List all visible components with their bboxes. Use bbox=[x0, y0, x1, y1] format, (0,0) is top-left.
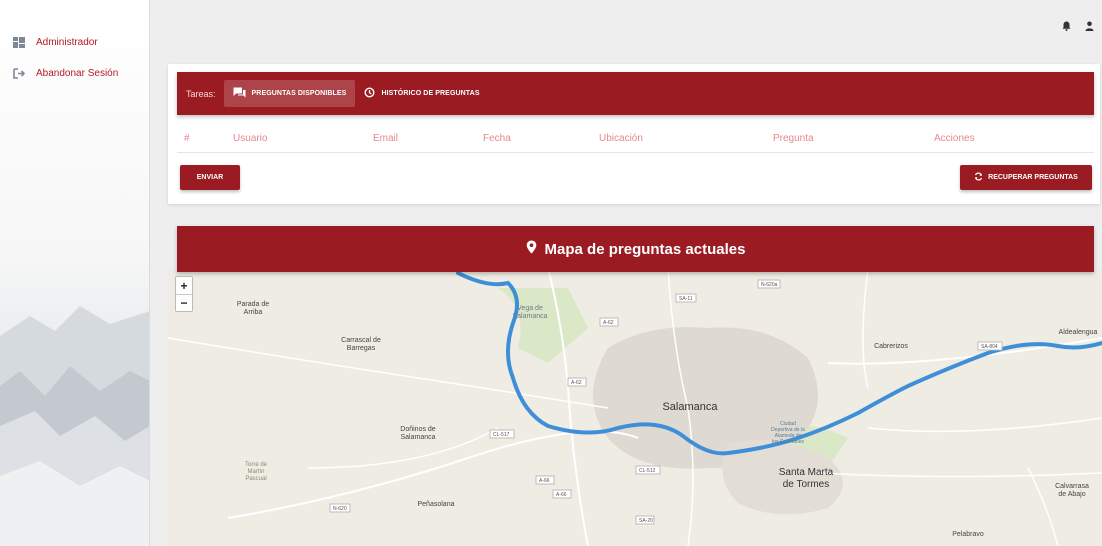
column-header-ubicacion[interactable]: Ubicación bbox=[599, 133, 643, 144]
refresh-icon bbox=[974, 172, 983, 183]
place-label: Salamanca bbox=[512, 313, 547, 320]
column-header-email[interactable]: Email bbox=[373, 133, 398, 144]
road-label: SA-20 bbox=[639, 518, 653, 524]
questions-table-header: # Usuario Email Fecha Ubicación Pregunta… bbox=[177, 131, 1094, 153]
sidebar-item-label: Administrador bbox=[36, 36, 98, 48]
road-label: A-62 bbox=[571, 380, 582, 386]
sidebar-item-administrador[interactable]: Administrador bbox=[12, 36, 98, 48]
place-label: Santa Marta bbox=[779, 467, 834, 478]
road-label: SA-11 bbox=[679, 296, 693, 302]
road-label: SA-804 bbox=[981, 344, 998, 350]
tasks-label: Tareas: bbox=[186, 88, 216, 99]
place-label: Martín bbox=[247, 469, 264, 475]
road-label: A-66 bbox=[539, 478, 550, 484]
dashboard-icon bbox=[12, 36, 26, 48]
road-label: N-620 bbox=[333, 506, 347, 512]
zoom-in-button[interactable]: + bbox=[176, 277, 192, 294]
user-icon[interactable] bbox=[1085, 21, 1094, 34]
sign-out-icon bbox=[12, 67, 26, 79]
place-label: Aldealengua bbox=[1059, 329, 1098, 336]
place-label: Cabrerizos bbox=[874, 343, 908, 350]
column-header-usuario[interactable]: Usuario bbox=[233, 133, 267, 144]
road-label: CL-512 bbox=[639, 468, 656, 474]
chat-icon bbox=[233, 87, 246, 101]
place-label: de Abajo bbox=[1058, 491, 1085, 498]
column-header-pregunta[interactable]: Pregunta bbox=[773, 133, 814, 144]
road-label: CL-517 bbox=[493, 432, 510, 438]
sidebar-background-image bbox=[0, 306, 149, 546]
tasks-bar: Tareas: PREGUNTAS DISPONIBLES HISTÓRICO … bbox=[177, 72, 1094, 115]
tab-label: HISTÓRICO DE PREGUNTAS bbox=[381, 90, 480, 97]
map-canvas[interactable]: N-620a SA-11 A-62 A-62 SA-804 CL-517 CL-… bbox=[168, 268, 1102, 546]
column-header-fecha[interactable]: Fecha bbox=[483, 133, 511, 144]
map-title-bar: Mapa de preguntas actuales bbox=[177, 226, 1094, 272]
sidebar-item-label: Abandonar Sesión bbox=[36, 67, 119, 79]
place-label: Doñinos de bbox=[400, 426, 436, 433]
tab-label: PREGUNTAS DISPONIBLES bbox=[251, 90, 347, 97]
place-label: Salamanca bbox=[400, 434, 435, 441]
tab-preguntas-disponibles[interactable]: PREGUNTAS DISPONIBLES bbox=[223, 80, 356, 107]
history-icon bbox=[364, 86, 375, 101]
map-view[interactable]: N-620a SA-11 A-62 A-62 SA-804 CL-517 CL-… bbox=[168, 268, 1102, 546]
place-label: de Tormes bbox=[783, 479, 830, 490]
column-header-acciones[interactable]: Acciones bbox=[934, 133, 975, 144]
sidebar: Administrador Abandonar Sesión bbox=[0, 0, 150, 546]
place-label: Barregas bbox=[347, 345, 376, 352]
place-label: Vega de bbox=[517, 305, 543, 312]
recover-questions-button[interactable]: RECUPERAR PREGUNTAS bbox=[960, 165, 1092, 190]
map-marker-icon bbox=[526, 240, 537, 258]
road-label: A-66 bbox=[556, 492, 567, 498]
send-button-label: ENVIAR bbox=[196, 174, 224, 181]
place-label: Arriba bbox=[244, 309, 263, 316]
send-button[interactable]: ENVIAR bbox=[180, 165, 240, 190]
recover-button-label: RECUPERAR PREGUNTAS bbox=[988, 174, 1078, 181]
road-label: A-62 bbox=[603, 320, 614, 326]
place-label: Pelabravo bbox=[952, 531, 984, 538]
place-label: los Guzmanes bbox=[772, 439, 804, 445]
road-label: N-620a bbox=[761, 282, 778, 288]
header-icons bbox=[1062, 21, 1094, 34]
tab-historico-de-preguntas[interactable]: HISTÓRICO DE PREGUNTAS bbox=[355, 80, 488, 107]
column-header-number[interactable]: # bbox=[184, 133, 190, 144]
place-label: Carrascal de bbox=[341, 337, 381, 344]
place-label: Pascual bbox=[245, 476, 266, 482]
map-title: Mapa de preguntas actuales bbox=[544, 240, 746, 258]
place-label: Calvarrasa bbox=[1055, 483, 1089, 490]
map-zoom-control: + − bbox=[175, 276, 193, 312]
place-label: Peñasolana bbox=[418, 501, 455, 508]
sidebar-item-abandonar-sesion[interactable]: Abandonar Sesión bbox=[12, 67, 118, 79]
zoom-out-button[interactable]: − bbox=[176, 294, 192, 311]
place-label: Torre de bbox=[245, 462, 268, 468]
bell-icon[interactable] bbox=[1062, 21, 1071, 34]
place-label: Parada de bbox=[237, 301, 269, 308]
place-label: Salamanca bbox=[662, 401, 718, 413]
